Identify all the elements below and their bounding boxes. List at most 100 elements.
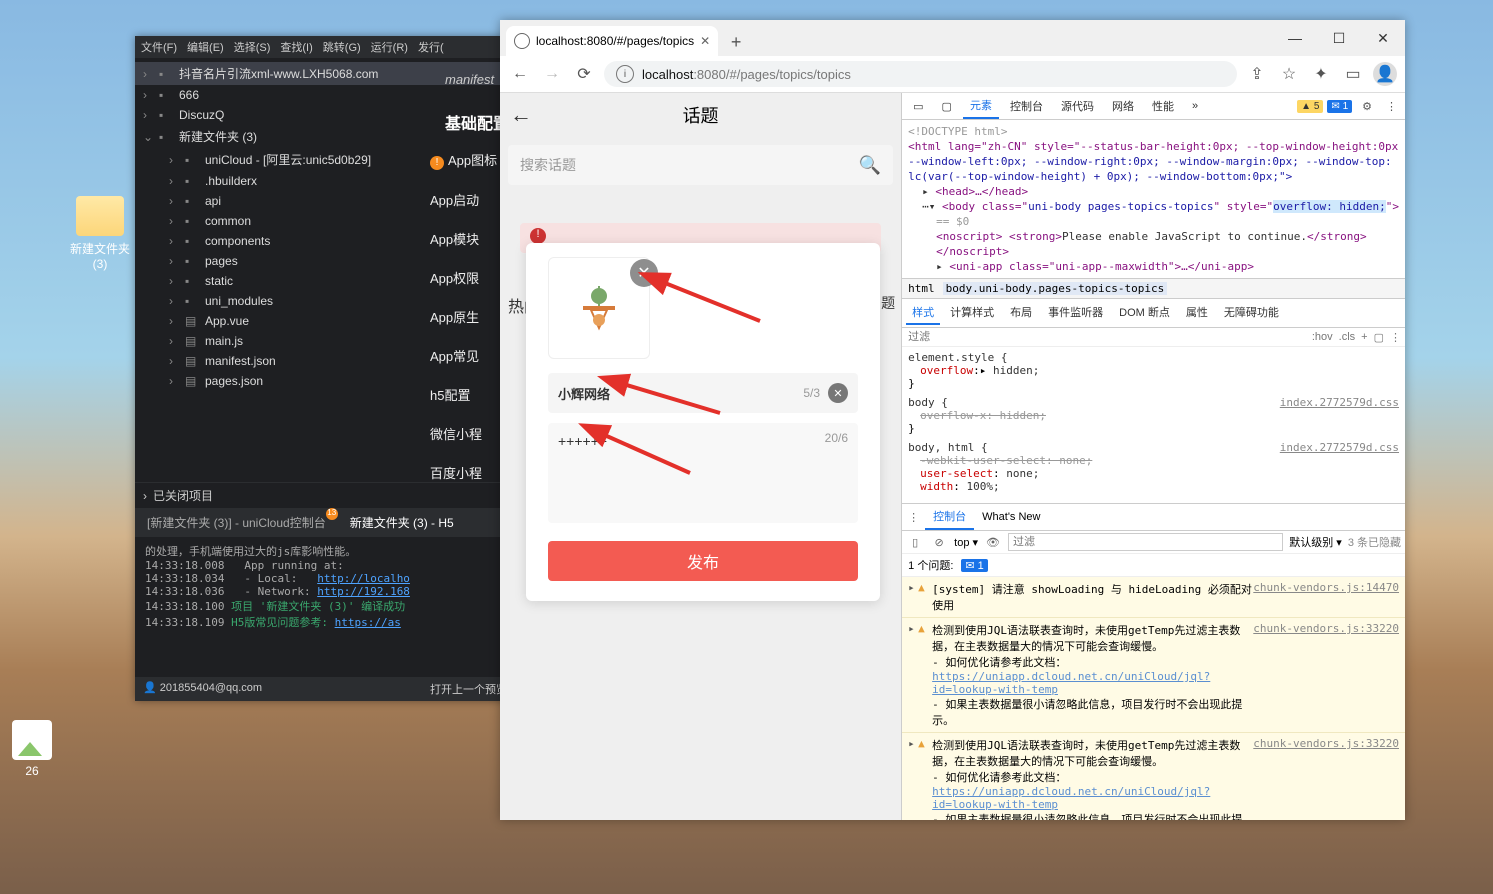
sidebar-toggle-icon[interactable]: ▯ [906,536,924,549]
settings-item[interactable]: App常见 [430,336,510,375]
live-expression-icon[interactable]: 👁 [984,536,1002,549]
settings-item[interactable]: App原生 [430,297,510,336]
settings-icon[interactable]: ⚙ [1356,100,1378,113]
maximize-button[interactable]: ☐ [1317,20,1361,56]
menu-find[interactable]: 查找(I) [280,39,312,55]
url-input[interactable]: i localhost:8080/#/pages/topics/topics [604,61,1237,87]
desktop-image[interactable]: 26 [12,720,52,778]
settings-item[interactable]: 微信小程 [430,414,510,453]
doc-link[interactable]: https://uniapp.dcloud.net.cn/uniCloud/jq… [932,670,1210,696]
menu-edit[interactable]: 编辑(E) [187,39,224,55]
publish-button[interactable]: 发布 [548,541,858,581]
drawer-tab-console[interactable]: 控制台 [925,504,974,530]
styles-tab-dom-bp[interactable]: DOM 断点 [1113,301,1176,325]
log-level-select[interactable]: 默认级别 ▾ [1289,534,1342,550]
inspect-icon[interactable]: ▭ [906,96,930,117]
styles-filter-input[interactable] [906,330,1052,344]
profile-avatar[interactable]: 👤 [1373,62,1397,86]
settings-item[interactable]: App启动 [430,180,510,219]
dt-tab-sources[interactable]: 源代码 [1054,94,1101,118]
dt-tab-more[interactable]: » [1185,96,1205,116]
tree-folder[interactable]: ▪666 [135,85,515,105]
minimize-button[interactable]: — [1273,20,1317,56]
source-link[interactable]: chunk-vendors.js:14470 [1253,581,1399,613]
css-source-link[interactable]: index.2772579d.css [1280,396,1399,409]
settings-item[interactable]: 百度小程 [430,453,510,492]
warning-count-badge[interactable]: ▲ 5 [1297,100,1323,113]
issues-bar[interactable]: 1 个问题: ✉ 1 [902,554,1405,577]
close-modal-button[interactable]: ✕ [630,259,658,287]
title-input[interactable]: 小辉网络 5/3 ✕ [548,373,858,413]
nav-forward-button[interactable]: → [540,62,564,86]
expand-icon[interactable]: ▸ [908,737,918,820]
clear-input-button[interactable]: ✕ [828,383,848,403]
breadcrumb-item[interactable]: body.uni-body.pages-topics-topics [943,282,1168,295]
console-link[interactable]: http://192.168 [317,585,410,598]
styles-tab-listeners[interactable]: 事件监听器 [1042,301,1109,325]
drawer-menu-icon[interactable]: ⋮ [902,511,925,524]
settings-item[interactable]: App模块 [430,219,510,258]
window-close-button[interactable]: ✕ [1361,20,1405,56]
context-select[interactable]: top ▾ [954,536,978,549]
console-link[interactable]: https://as [335,616,401,629]
settings-item[interactable]: App权限 [430,258,510,297]
dt-tab-network[interactable]: 网络 [1105,94,1141,118]
console-link[interactable]: http://localho [317,572,410,585]
menu-run[interactable]: 运行(R) [371,39,408,55]
styles-tab-a11y[interactable]: 无障碍功能 [1218,301,1285,325]
search-input[interactable]: 搜索话题 🔍 [508,145,893,185]
back-arrow-icon[interactable]: ← [510,102,532,128]
info-count-badge[interactable]: ✉ 1 [1327,100,1352,113]
styles-tab-props[interactable]: 属性 [1180,301,1214,325]
extensions-icon[interactable]: ✦ [1309,62,1333,86]
drawer-tab-whatsnew[interactable]: What's New [974,507,1048,527]
device-icon[interactable]: ▢ [1374,331,1384,344]
cls-toggle[interactable]: .cls [1339,331,1356,343]
more-icon[interactable]: ⋮ [1390,331,1401,344]
settings-item[interactable]: h5配置 [430,375,510,414]
browser-tab[interactable]: localhost:8080/#/pages/topics ✕ [506,26,718,56]
desktop-folder[interactable]: 新建文件夹 (3) [70,196,130,271]
expand-icon[interactable]: ▸ [908,622,918,728]
breadcrumb-item[interactable]: html [908,282,935,295]
console-filter-input[interactable] [1008,533,1283,551]
source-link[interactable]: chunk-vendors.js:33220 [1253,737,1399,820]
kebab-menu-icon[interactable]: ⋮ [1382,100,1401,113]
elements-tree[interactable]: <!DOCTYPE html> <html lang="zh-CN" style… [902,120,1405,279]
dt-tab-elements[interactable]: 元素 [963,93,999,119]
doc-link[interactable]: https://uniapp.dcloud.net.cn/uniCloud/jq… [932,785,1210,811]
nav-reload-button[interactable]: ⟳ [572,62,596,86]
menu-file[interactable]: 文件(F) [141,39,177,55]
expand-icon[interactable]: ▸ [908,581,918,613]
dom-breadcrumb[interactable]: html body.uni-body.pages-topics-topics [902,279,1405,299]
menu-publish[interactable]: 发行( [418,39,444,55]
bottom-tab-unicloud[interactable]: [新建文件夹 (3)] - uniCloud控制台 13 [147,514,326,531]
site-info-icon[interactable]: i [616,65,634,83]
dom-line[interactable]: ▸ <uni-app class="uni-app--maxwidth">…</… [908,259,1399,274]
content-textarea[interactable]: 20/6 ++++++ [548,423,858,523]
styles-tab-computed[interactable]: 计算样式 [944,301,1000,325]
bookmark-icon[interactable]: ☆ [1277,62,1301,86]
dt-tab-performance[interactable]: 性能 [1145,94,1181,118]
share-icon[interactable]: ⇪ [1245,62,1269,86]
tab-close-icon[interactable]: ✕ [700,34,710,48]
hov-toggle[interactable]: :hov [1312,331,1333,343]
reading-list-icon[interactable]: ▭ [1341,62,1365,86]
css-source-link[interactable]: index.2772579d.css [1280,441,1399,454]
new-rule-button[interactable]: + [1361,331,1367,343]
nav-back-button[interactable]: ← [508,62,532,86]
styles-tab-layout[interactable]: 布局 [1004,301,1038,325]
dom-line-selected[interactable]: ⋯▾ <body class="uni-body pages-topics-to… [908,199,1399,214]
menu-select[interactable]: 选择(S) [234,39,271,55]
styles-body[interactable]: element.style { overflow:▸ hidden; } ind… [902,347,1405,503]
styles-tab-styles[interactable]: 样式 [906,301,940,325]
menu-goto[interactable]: 跳转(G) [323,39,361,55]
status-action[interactable]: 打开上一个预览 [430,681,507,697]
clear-console-icon[interactable]: ⊘ [930,536,948,549]
bottom-tab-h5[interactable]: 新建文件夹 (3) - H5 [350,514,454,531]
settings-item[interactable]: App图标 [430,140,510,180]
dt-tab-console[interactable]: 控制台 [1003,94,1050,118]
dom-line[interactable]: ▸ <head>…</head> [908,184,1399,199]
source-link[interactable]: chunk-vendors.js:33220 [1253,622,1399,728]
device-toggle-icon[interactable]: ▢ [935,96,959,117]
